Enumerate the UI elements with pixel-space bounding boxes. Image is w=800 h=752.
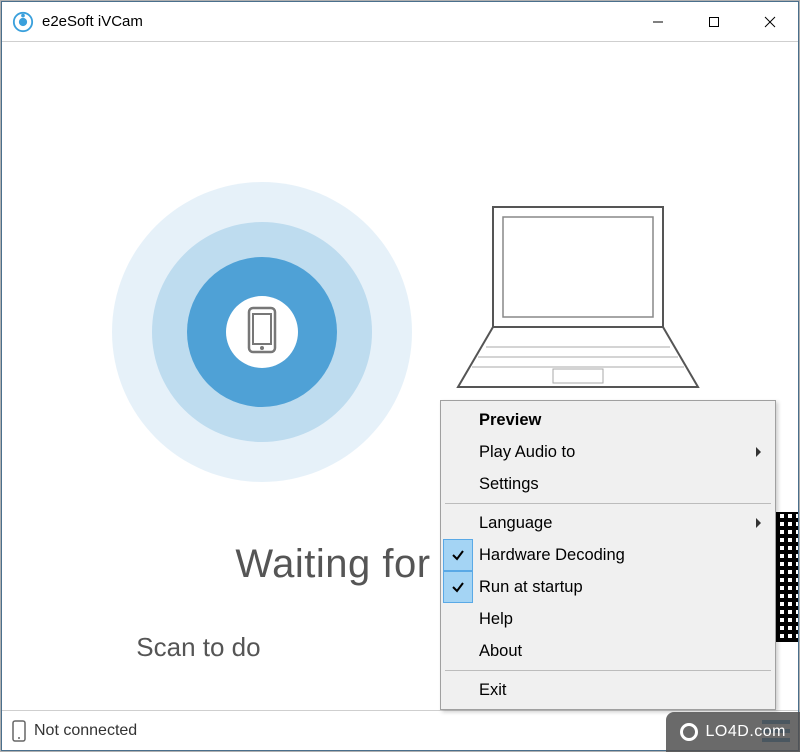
radar-pulse-graphic [112, 182, 412, 482]
menu-item-about[interactable]: About [443, 635, 773, 667]
check-icon [443, 507, 473, 539]
check-icon [443, 674, 473, 706]
watermark-icon [680, 723, 698, 741]
window-title: e2eSoft iVCam [42, 13, 630, 30]
menu-item-run-at-startup[interactable]: Run at startup [443, 571, 773, 603]
submenu-arrow-icon [756, 447, 761, 457]
menu-separator [445, 503, 771, 504]
phone-outline-icon [10, 720, 28, 742]
submenu-arrow-icon [756, 518, 761, 528]
check-icon [443, 603, 473, 635]
close-button[interactable] [742, 2, 798, 41]
menu-item-label: Language [479, 514, 552, 533]
menu-item-settings[interactable]: Settings [443, 468, 773, 500]
check-icon [443, 436, 473, 468]
context-menu: Preview Play Audio to Settings Language Hard… [440, 400, 776, 710]
check-icon [443, 539, 473, 571]
menu-item-label: Play Audio to [479, 443, 575, 462]
check-icon [443, 468, 473, 500]
menu-item-label: Preview [479, 411, 541, 430]
menu-item-label: Hardware Decoding [479, 546, 625, 565]
minimize-button[interactable] [630, 2, 686, 41]
check-icon [443, 571, 473, 603]
menu-item-label: Exit [479, 681, 507, 700]
watermark: LO4D.com [666, 712, 800, 752]
menu-item-label: About [479, 642, 522, 661]
app-icon [12, 11, 34, 33]
titlebar: e2eSoft iVCam [2, 2, 798, 42]
laptop-graphic [448, 197, 708, 397]
menu-item-language[interactable]: Language [443, 507, 773, 539]
menu-item-label: Help [479, 610, 513, 629]
window-controls [630, 2, 798, 41]
menu-item-exit[interactable]: Exit [443, 674, 773, 706]
menu-item-hardware-decoding[interactable]: Hardware Decoding [443, 539, 773, 571]
menu-separator [445, 670, 771, 671]
menu-item-preview[interactable]: Preview [443, 404, 773, 436]
menu-item-label: Settings [479, 475, 539, 494]
menu-item-help[interactable]: Help [443, 603, 773, 635]
status-text: Not connected [34, 722, 137, 740]
watermark-text: LO4D.com [706, 723, 786, 741]
check-icon [443, 635, 473, 667]
phone-icon [245, 306, 279, 359]
check-icon [443, 404, 473, 436]
menu-item-play-audio-to[interactable]: Play Audio to [443, 436, 773, 468]
maximize-button[interactable] [686, 2, 742, 41]
menu-item-label: Run at startup [479, 578, 583, 597]
